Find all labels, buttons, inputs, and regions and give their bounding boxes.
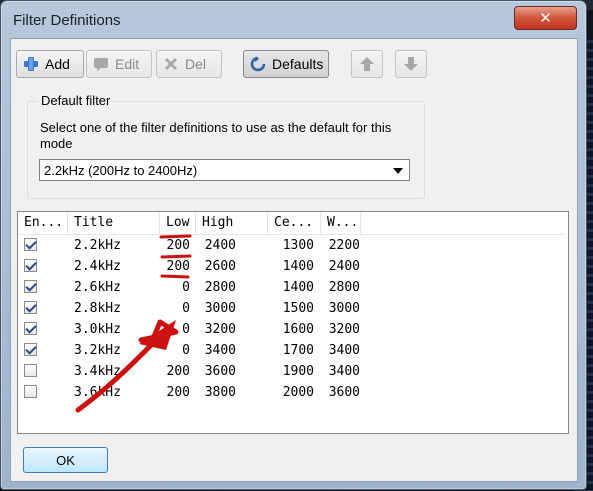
row-title: 3.2kHz [74,343,121,358]
row-width: 3400 [328,343,360,358]
filter-list[interactable]: En... Title Low High Ce... W... 2.2kHz 20… [17,211,569,434]
row-low: 0 [182,280,190,295]
row-low: 200 [166,364,190,379]
default-filter-select[interactable]: 2.2kHz (200Hz to 2400Hz) [39,159,410,181]
row-title: 2.4kHz [74,259,121,274]
row-low: 0 [182,301,190,316]
table-row[interactable]: 3.6kHz 200 3800 2000 3600 [18,382,565,403]
row-enabled-checkbox[interactable] [24,322,37,335]
row-center: 1600 [282,322,314,337]
row-center: 1300 [282,238,314,253]
arrow-down-icon [404,57,418,71]
row-enabled-checkbox[interactable] [24,259,37,272]
table-row[interactable]: 3.4kHz 200 3600 1900 3400 [18,361,565,382]
row-width: 3600 [328,385,360,400]
row-center: 1400 [282,259,314,274]
row-center: 1400 [282,280,314,295]
table-row[interactable]: 2.6kHz 0 2800 1400 2800 [18,277,565,298]
row-enabled-checkbox[interactable] [24,301,37,314]
row-high: 2400 [204,238,236,253]
ok-button-label: OK [56,452,75,468]
del-button[interactable]: Del [156,50,222,78]
row-high: 3800 [204,385,236,400]
del-button-label: Del [185,56,207,72]
row-low: 200 [166,385,190,400]
toolbar: Add Edit Del Defaults [11,39,577,89]
defaults-button[interactable]: Defaults [243,50,329,78]
row-width: 2200 [328,238,360,253]
plus-icon [24,57,38,71]
column-header-high[interactable]: High [196,212,268,234]
row-low: 200 [166,238,190,253]
filter-list-header: En... Title Low High Ce... W... [18,212,565,235]
column-header-center[interactable]: Ce... [268,212,321,234]
default-filter-group-title: Default filter [38,93,114,108]
table-row[interactable]: 2.8kHz 0 3000 1500 3000 [18,298,565,319]
row-enabled-checkbox[interactable] [24,364,37,377]
chevron-down-icon [393,168,403,174]
table-row[interactable]: 3.2kHz 0 3400 1700 3400 [18,340,565,361]
row-enabled-checkbox[interactable] [24,385,37,398]
row-high: 3000 [204,301,236,316]
row-width: 3000 [328,301,360,316]
row-center: 1700 [282,343,314,358]
row-enabled-checkbox[interactable] [24,280,37,293]
add-button-label: Add [45,56,70,72]
row-title: 2.6kHz [74,280,121,295]
row-low: 200 [166,259,190,274]
ok-button[interactable]: OK [23,447,108,473]
row-center: 1500 [282,301,314,316]
row-title: 2.2kHz [74,238,121,253]
table-row[interactable]: 3.0kHz 0 3200 1600 3200 [18,319,565,340]
edit-button-label: Edit [115,56,140,72]
move-down-button[interactable] [395,50,427,78]
row-width: 2400 [328,259,360,274]
row-high: 2800 [204,280,236,295]
edit-button[interactable]: Edit [86,50,152,78]
row-low: 0 [182,343,190,358]
table-row[interactable]: 2.2kHz 200 2400 1300 2200 [18,235,565,256]
column-header-title[interactable]: Title [68,212,160,234]
row-title: 3.4kHz [74,364,121,379]
column-header-low[interactable]: Low [160,212,196,234]
add-button[interactable]: Add [16,50,84,78]
row-center: 2000 [282,385,314,400]
default-filter-description: Select one of the filter definitions to … [40,120,392,151]
title-bar[interactable]: Filter Definitions ✕ [1,1,586,38]
reset-icon [250,56,266,72]
row-title: 2.8kHz [74,301,121,316]
row-center: 1900 [282,364,314,379]
row-width: 3400 [328,364,360,379]
row-high: 3600 [204,364,236,379]
default-filter-selected-value: 2.2kHz (200Hz to 2400Hz) [44,162,198,178]
row-low: 0 [182,322,190,337]
defaults-button-label: Defaults [272,56,324,72]
table-row[interactable]: 2.4kHz 200 2600 1400 2400 [18,256,565,277]
row-title: 3.0kHz [74,322,121,337]
row-width: 3200 [328,322,360,337]
column-header-width[interactable]: W... [321,212,361,234]
row-title: 3.6kHz [74,385,121,400]
column-header-enabled[interactable]: En... [18,212,68,234]
row-enabled-checkbox[interactable] [24,238,37,251]
row-high: 3400 [204,343,236,358]
row-high: 2600 [204,259,236,274]
arrow-up-icon [360,57,374,71]
cross-icon [165,58,177,70]
row-high: 3200 [204,322,236,337]
close-icon: ✕ [539,9,552,27]
dialog-title: Filter Definitions [13,12,121,29]
comment-icon [94,58,108,71]
row-width: 2800 [328,280,360,295]
move-up-button[interactable] [351,50,383,78]
row-enabled-checkbox[interactable] [24,343,37,356]
close-button[interactable]: ✕ [514,6,577,30]
